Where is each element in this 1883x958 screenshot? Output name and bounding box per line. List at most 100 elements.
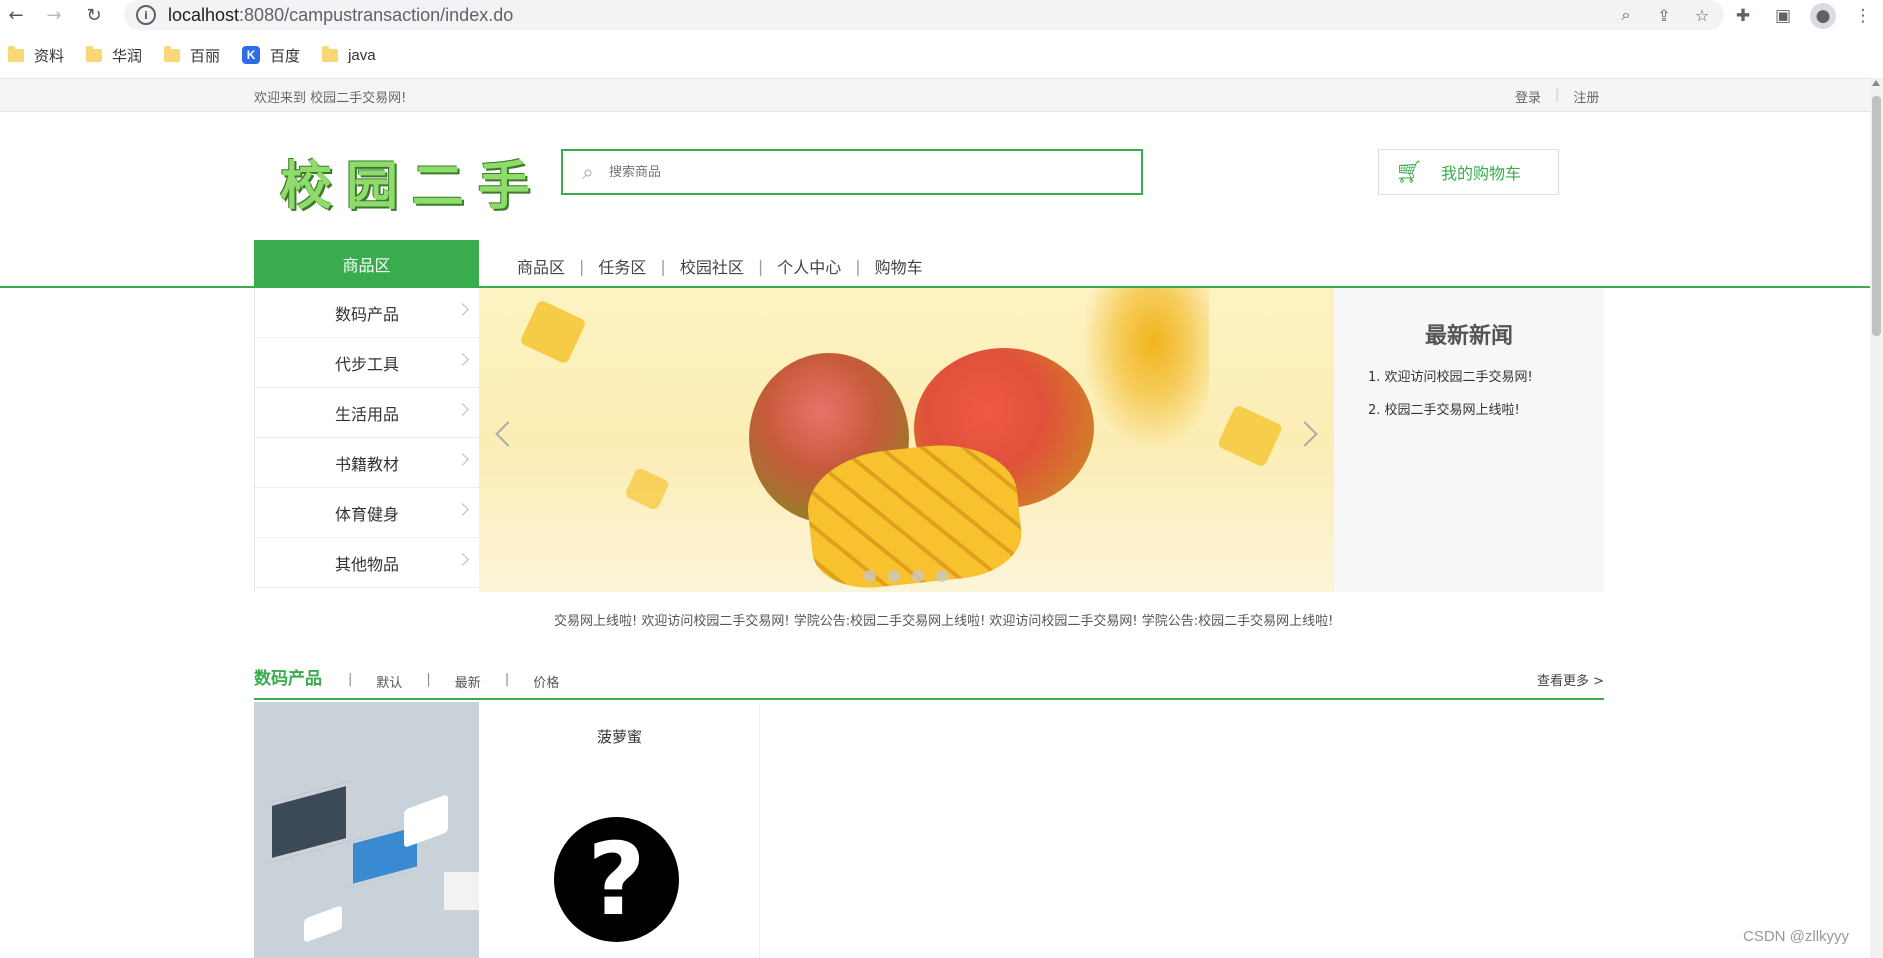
carousel-banner[interactable] [479, 288, 1334, 592]
news-title: 最新新闻 [1424, 324, 1513, 349]
logo-char: 二 [412, 155, 467, 217]
bookmark-item[interactable]: 资料 [8, 42, 64, 68]
sort-default[interactable]: 默认 [376, 672, 402, 691]
search-box: ⌕ 搜索 [561, 149, 1262, 346]
login-link[interactable]: 登录 [1515, 87, 1541, 106]
search-input[interactable] [603, 151, 1043, 193]
carousel-dot[interactable] [936, 570, 948, 582]
register-link[interactable]: 注册 [1573, 87, 1599, 106]
carousel-dot[interactable] [864, 570, 876, 582]
logo-char: 手 [478, 155, 533, 217]
folder-icon [322, 45, 339, 62]
separator: | [504, 672, 510, 687]
bookmarks-bar: 资料 华润 百丽 K 百度 java [0, 42, 376, 68]
page-scrollbar[interactable] [1870, 78, 1883, 958]
sidebar-item-other[interactable]: 其他物品 [255, 538, 479, 588]
chevron-right-icon [456, 553, 469, 566]
extensions-icon[interactable]: ✚ [1730, 3, 1756, 29]
news-item[interactable]: 1. 欢迎访问校园二手交易网! [1368, 366, 1533, 385]
bookmark-item[interactable]: 华润 [86, 42, 142, 68]
site-info-icon[interactable]: i [136, 5, 156, 25]
watermark: CSDN @zllkyyy [1743, 928, 1850, 945]
search-icon: ⌕ [582, 160, 594, 184]
mango-cube [519, 299, 587, 365]
device-illustration [444, 872, 479, 910]
tablet-illustration [404, 793, 448, 849]
category-banner-image[interactable] [254, 702, 479, 958]
sort-newest[interactable]: 最新 [455, 672, 481, 691]
bookmark-star-icon[interactable]: ☆ [1692, 5, 1712, 25]
carousel-next-icon[interactable] [1292, 421, 1318, 447]
my-cart-button[interactable]: 🛒︎ 我的购物车 [1378, 149, 1559, 195]
separator: | [426, 672, 431, 687]
separator: | [579, 256, 585, 276]
chevron-right-icon [456, 303, 469, 316]
bookmark-item[interactable]: K 百度 [242, 42, 300, 68]
chevron-right-icon [456, 503, 469, 516]
sidebar-item-sports[interactable]: 体育健身 [255, 488, 479, 538]
url-path: :8080/campustransaction/index.do [239, 4, 514, 25]
bookmark-label: 资料 [34, 47, 65, 65]
separator: | [348, 672, 353, 687]
back-arrow-icon[interactable]: ← [4, 3, 28, 27]
profile-icon[interactable]: ● [1810, 3, 1836, 29]
site-logo[interactable]: 校 园 二 手 [280, 146, 530, 217]
question-mark-icon[interactable]: ? [554, 817, 679, 942]
carousel-prev-icon[interactable] [495, 421, 521, 447]
scroll-up-icon[interactable] [1872, 80, 1880, 86]
menu-icon[interactable]: ⋮ [1850, 3, 1876, 29]
bookmark-label: java [348, 46, 376, 64]
sidebar-item-label: 数码产品 [334, 304, 399, 324]
nav-link-community[interactable]: 校园社区 [680, 254, 744, 278]
category-tab[interactable]: 商品区 [254, 240, 479, 288]
folder-icon [86, 45, 103, 62]
bookmark-item[interactable]: java [322, 42, 376, 68]
welcome-text: 欢迎来到 校园二手交易网! [254, 91, 407, 106]
folder-icon [164, 45, 181, 62]
nav-link-goods[interactable]: 商品区 [517, 254, 565, 278]
sidebar-item-books[interactable]: 书籍教材 [255, 438, 479, 488]
sidebar-item-label: 其他物品 [334, 554, 399, 574]
side-panel-icon[interactable]: ▣ [1770, 3, 1796, 29]
chevron-right-icon [456, 453, 469, 466]
section-header: 数码产品 | 默认 | 最新 | 价格 查看更多 > [254, 660, 1604, 700]
category-sidebar: 数码产品 代步工具 生活用品 书籍教材 体育健身 其他物品 [254, 288, 479, 592]
forward-arrow-icon[interactable]: → [42, 3, 66, 27]
mango-cube [623, 466, 671, 512]
separator: | [757, 256, 764, 276]
nav-link-tasks[interactable]: 任务区 [598, 254, 646, 278]
sidebar-item-transport[interactable]: 代步工具 [255, 338, 479, 388]
product-name[interactable]: 菠萝蜜 [479, 726, 760, 747]
main-nav: 商品区 商品区 | 任务区 | 校园社区 | 个人中心 | 购物车 [0, 240, 1870, 288]
view-more-link[interactable]: 查看更多 > [1537, 670, 1604, 689]
logo-char: 校 [280, 155, 335, 217]
section-title: 数码产品 [254, 669, 322, 689]
news-item[interactable]: 2. 校园二手交易网上线啦! [1368, 399, 1533, 418]
sidebar-item-label: 代步工具 [334, 354, 399, 374]
sidebar-item-label: 书籍教材 [334, 454, 399, 474]
nav-link-cart[interactable]: 购物车 [875, 254, 923, 278]
carousel-dot[interactable] [888, 570, 900, 582]
url-host: localhost [168, 4, 240, 25]
address-bar[interactable]: i localhost:8080/campustransaction/index… [124, 0, 1724, 30]
news-panel: 最新新闻 1. 欢迎访问校园二手交易网! 2. 校园二手交易网上线啦! [1334, 288, 1604, 592]
bookmark-label: 百丽 [190, 47, 221, 65]
mango-cube [1216, 404, 1284, 468]
sidebar-item-daily[interactable]: 生活用品 [255, 388, 479, 438]
sort-price[interactable]: 价格 [533, 672, 559, 691]
url-text: localhost:8080/campustransaction/index.d… [168, 5, 513, 26]
scroll-thumb[interactable] [1872, 96, 1881, 336]
nav-link-profile[interactable]: 个人中心 [777, 254, 841, 278]
bookmark-item[interactable]: 百丽 [164, 42, 220, 68]
chevron-right-icon [456, 403, 469, 416]
sidebar-item-digital[interactable]: 数码产品 [255, 288, 479, 338]
chevron-right-icon [456, 353, 469, 366]
carousel-dot[interactable] [912, 570, 924, 582]
product-card[interactable]: 菠萝蜜 ? [479, 702, 760, 958]
site-topbar: 欢迎来到 校园二手交易网! 登录 | 注册 [0, 78, 1870, 112]
separator: | [1555, 87, 1560, 102]
reload-icon[interactable]: ↻ [82, 3, 106, 27]
zoom-icon[interactable]: ⌕ [1616, 5, 1636, 25]
share-icon[interactable]: ⇪ [1654, 5, 1674, 25]
bookmark-label: 华润 [112, 47, 143, 65]
